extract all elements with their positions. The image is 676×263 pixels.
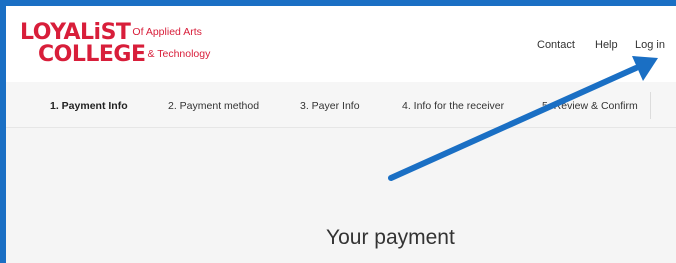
arrow-pointer-icon — [388, 56, 658, 181]
